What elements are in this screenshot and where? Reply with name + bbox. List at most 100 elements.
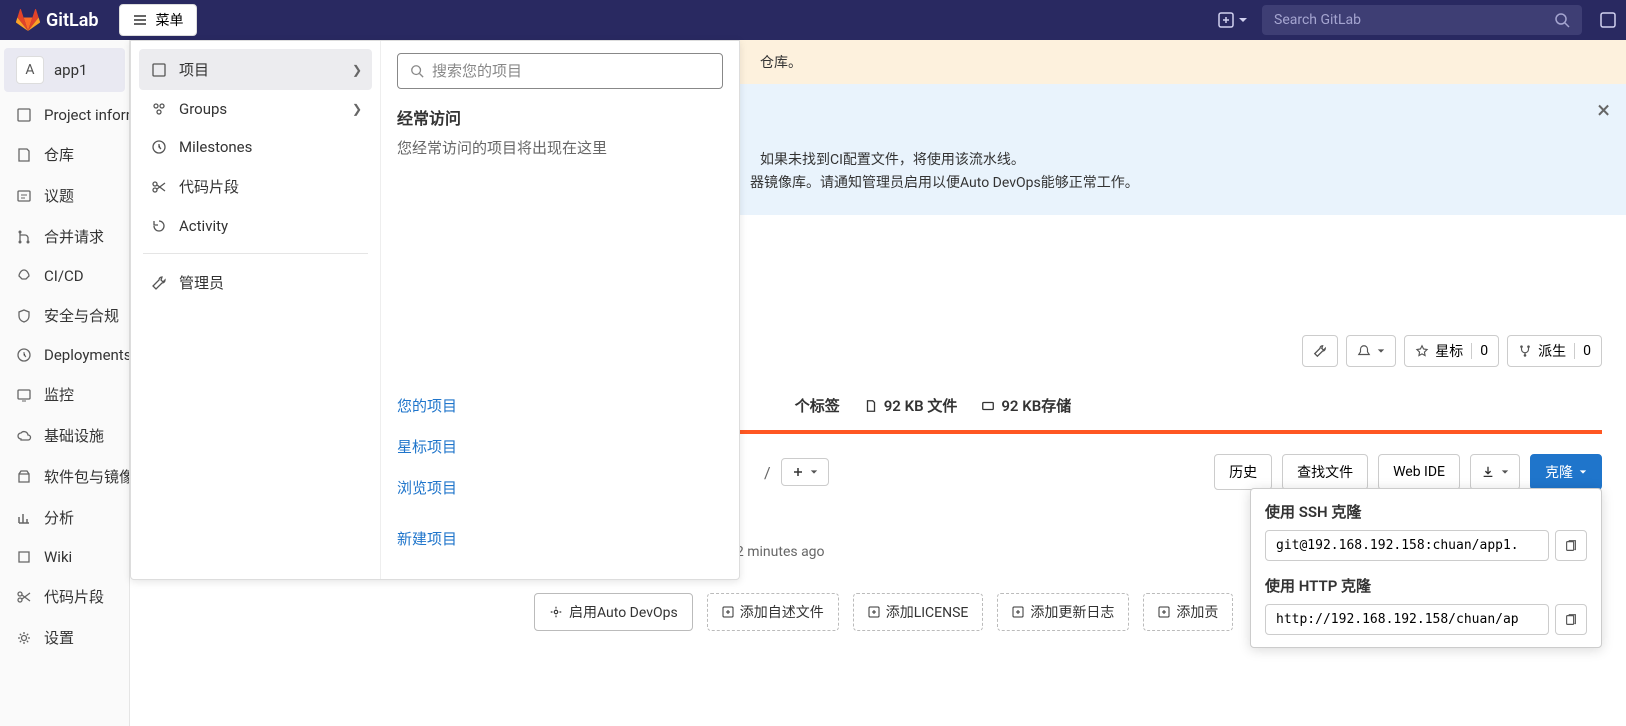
sidebar-item-label: Project information	[44, 106, 130, 124]
banner-line-2: 器镜像库。请通知管理员启用以便Auto DevOps能够正常工作。	[750, 172, 1606, 192]
plus-square-icon	[868, 606, 880, 618]
stat-label: 92 KB 文件	[884, 395, 958, 416]
download-button[interactable]	[1470, 454, 1520, 490]
scissors-icon	[151, 179, 167, 195]
link-explore-projects[interactable]: 浏览项目	[397, 467, 723, 508]
chevron-down-icon	[1579, 468, 1587, 476]
plus-square-icon	[1012, 606, 1024, 618]
gitlab-logo[interactable]: GitLab	[8, 8, 107, 32]
fork-button[interactable]: 派生0	[1507, 335, 1602, 367]
global-search[interactable]	[1262, 5, 1582, 35]
sidebar-item-wiki[interactable]: Wiki	[0, 538, 129, 576]
copy-http-button[interactable]	[1555, 604, 1587, 635]
sidebar-item-label: 软件包与镜像库	[44, 466, 130, 487]
dropdown-right-panel: 经常访问 您经常访问的项目将出现在这里 您的项目 星标项目 浏览项目 新建项目	[381, 41, 739, 579]
menu-button-label: 菜单	[156, 10, 184, 30]
sidebar-item-settings[interactable]: 设置	[0, 617, 129, 658]
sidebar-item-packages[interactable]: 软件包与镜像库	[0, 456, 129, 497]
divider	[143, 253, 368, 254]
dd-item-milestones[interactable]: Milestones	[139, 128, 372, 166]
sidebar-item-label: 基础设施	[44, 425, 104, 446]
star-label: 星标	[1435, 341, 1463, 361]
banner-text: 仓库。	[760, 55, 802, 71]
close-icon[interactable]: ×	[1597, 96, 1610, 124]
dd-item-snippets[interactable]: 代码片段	[139, 166, 372, 207]
sidebar-item-infrastructure[interactable]: 基础设施	[0, 415, 129, 456]
dd-item-admin[interactable]: 管理员	[139, 262, 372, 303]
enable-auto-devops-button[interactable]: 启用Auto DevOps	[534, 593, 693, 631]
sidebar-item-issues[interactable]: 议题	[0, 175, 129, 216]
sidebar-item-merge-requests[interactable]: 合并请求	[0, 216, 129, 257]
chevron-right-icon: ❯	[352, 102, 362, 116]
chevron-right-icon: ❯	[352, 63, 362, 77]
issues-icon[interactable]	[1598, 10, 1618, 30]
stat-label: 个标签	[795, 395, 840, 416]
clone-popover: 使用 SSH 克隆 使用 HTTP 克隆	[1250, 488, 1602, 648]
add-readme-button[interactable]: 添加自述文件	[707, 593, 839, 631]
plus-square-icon	[722, 606, 734, 618]
scissors-icon	[16, 589, 32, 605]
create-new-button[interactable]	[1212, 8, 1254, 32]
sidebar-item-monitor[interactable]: 监控	[0, 374, 129, 415]
gitlab-icon	[16, 8, 40, 32]
sidebar-item-deployments[interactable]: Deployments	[0, 336, 129, 374]
dd-item-projects[interactable]: 项目 ❯	[139, 49, 372, 90]
sidebar-item-label: 分析	[44, 507, 74, 528]
link-starred-projects[interactable]: 星标项目	[397, 426, 723, 467]
dd-item-label: 项目	[179, 59, 209, 80]
menu-button[interactable]: 菜单	[119, 4, 197, 36]
book-icon	[16, 549, 32, 565]
stat-files[interactable]: 92 KB 文件	[864, 395, 958, 416]
sidebar-item-project-info[interactable]: Project information	[0, 96, 129, 134]
dd-item-activity[interactable]: Activity	[139, 207, 372, 245]
clock-icon	[151, 139, 167, 155]
sidebar-item-snippets[interactable]: 代码片段	[0, 576, 129, 617]
btn-label: 添加LICENSE	[886, 602, 969, 622]
clone-http-heading: 使用 HTTP 克隆	[1265, 575, 1587, 596]
sidebar-project-header[interactable]: A app1	[4, 48, 125, 92]
clone-button[interactable]: 克隆	[1530, 454, 1602, 490]
search-icon	[1554, 12, 1570, 28]
copy-ssh-button[interactable]	[1555, 530, 1587, 561]
add-file-button[interactable]	[781, 458, 829, 486]
add-contributing-button[interactable]: 添加贡	[1143, 593, 1233, 631]
notifications-button[interactable]	[1346, 335, 1396, 367]
star-button[interactable]: 星标0	[1404, 335, 1499, 367]
clone-http-input[interactable]	[1265, 604, 1549, 635]
find-file-button[interactable]: 查找文件	[1282, 454, 1368, 490]
add-license-button[interactable]: 添加LICENSE	[853, 593, 984, 631]
link-new-project[interactable]: 新建项目	[397, 518, 723, 559]
dd-item-groups[interactable]: Groups ❯	[139, 90, 372, 128]
dropdown-left-panel: 项目 ❯ Groups ❯ Milestones 代码片段 Activity 管…	[131, 41, 381, 579]
frequent-heading: 经常访问	[397, 105, 723, 129]
banner-line-1: 如果未找到CI配置文件，将使用该流水线。	[760, 149, 1606, 169]
brand-text: GitLab	[46, 10, 99, 31]
stat-tags[interactable]: 个标签	[795, 395, 840, 416]
sidebar-item-security[interactable]: 安全与合规	[0, 295, 129, 336]
history-button[interactable]: 历史	[1214, 454, 1272, 490]
settings-icon-button[interactable]	[1302, 335, 1338, 367]
dd-item-label: Activity	[179, 217, 228, 235]
package-icon	[16, 469, 32, 485]
search-input[interactable]	[1274, 12, 1546, 28]
stat-storage[interactable]: 92 KB存储	[981, 395, 1071, 416]
path-separator: /	[764, 463, 771, 482]
sidebar-item-cicd[interactable]: CI/CD	[0, 257, 129, 295]
clone-ssh-input[interactable]	[1265, 530, 1549, 561]
monitor-icon	[16, 387, 32, 403]
deploy-icon	[16, 347, 32, 363]
dd-item-label: 管理员	[179, 272, 224, 293]
file-icon	[864, 399, 878, 413]
project-search-input[interactable]	[432, 62, 710, 80]
web-ide-button[interactable]: Web IDE	[1378, 454, 1460, 490]
search-icon	[410, 64, 424, 78]
project-search[interactable]	[397, 53, 723, 89]
plus-square-icon	[1158, 606, 1170, 618]
sidebar-item-label: 仓库	[44, 144, 74, 165]
link-your-projects[interactable]: 您的项目	[397, 385, 723, 426]
top-header: GitLab 菜单	[0, 0, 1626, 40]
sidebar-item-repository[interactable]: 仓库	[0, 134, 129, 175]
project-avatar: A	[16, 56, 44, 84]
add-changelog-button[interactable]: 添加更新日志	[997, 593, 1129, 631]
sidebar-item-analytics[interactable]: 分析	[0, 497, 129, 538]
